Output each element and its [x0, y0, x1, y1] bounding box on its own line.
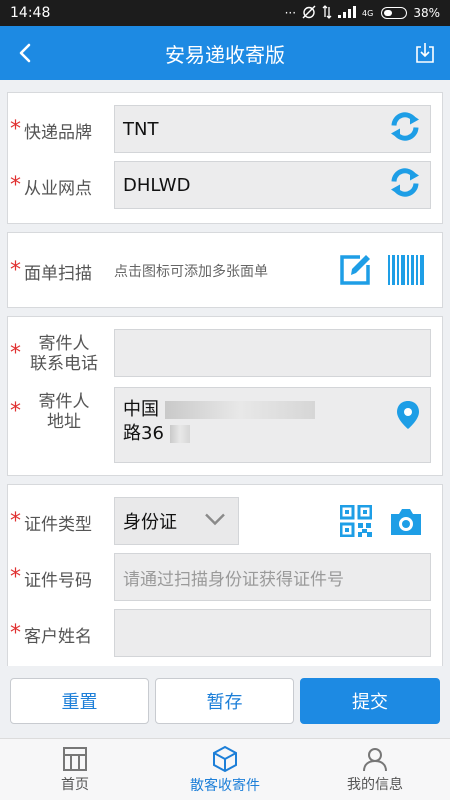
sender-card: * 寄件人 联系电话 * 寄件人 地址 中国 路36	[7, 316, 443, 476]
brand-row: * 快递品牌 TNT	[8, 105, 444, 155]
required-mark: *	[10, 341, 21, 366]
edit-waybill-button[interactable]	[338, 253, 372, 291]
id-number-field[interactable]: 请通过扫描身份证获得证件号	[114, 553, 431, 601]
data-arrows-icon	[322, 4, 332, 22]
required-mark: *	[10, 509, 21, 534]
id-type-select[interactable]: 身份证	[114, 497, 239, 545]
notification-dots: ···	[284, 6, 297, 20]
tab-home-label: 首页	[61, 776, 89, 793]
address-line-1: 中国	[123, 399, 159, 420]
status-bar: 14:48 ··· 4G 38%	[0, 0, 450, 26]
customer-name-field[interactable]	[114, 609, 431, 657]
outlet-label: 从业网点	[24, 178, 92, 199]
required-mark: *	[10, 565, 21, 590]
action-bar: 重置 暂存 提交	[0, 666, 450, 738]
id-number-placeholder: 请通过扫描身份证获得证件号	[123, 569, 344, 590]
redacted-text	[164, 401, 315, 419]
required-mark: *	[10, 258, 21, 283]
brand-label: 快递品牌	[24, 122, 92, 143]
id-card: * 证件类型 身份证 * 证件号码 请通过扫描身份证获得证件号 * 客户姓名	[7, 484, 443, 666]
refresh-brand-button[interactable]	[388, 110, 422, 149]
battery-percent: 38%	[413, 6, 440, 20]
id-type-value: 身份证	[123, 512, 177, 533]
download-button[interactable]	[400, 26, 450, 80]
sender-phone-field[interactable]	[114, 329, 431, 377]
sender-phone-label-2: 联系电话	[30, 354, 98, 374]
sender-phone-label-1: 寄件人	[38, 334, 90, 354]
waybill-card: * 面单扫描 点击图标可添加多张面单	[7, 232, 443, 308]
qr-code-icon	[339, 504, 373, 538]
package-icon	[213, 745, 237, 772]
refresh-outlet-button[interactable]	[388, 166, 422, 205]
save-draft-button[interactable]: 暂存	[155, 678, 294, 724]
sender-address-label-2: 地址	[47, 412, 81, 432]
waybill-label: 面单扫描	[24, 263, 92, 284]
express-card: * 快递品牌 TNT * 从业网点 DHLWD	[7, 92, 443, 224]
scan-qr-button[interactable]	[339, 504, 373, 541]
page-title: 安易递收寄版	[165, 42, 285, 67]
refresh-icon	[391, 112, 419, 141]
tab-my-info-label: 我的信息	[347, 776, 403, 793]
chevron-left-icon	[19, 43, 31, 63]
outlet-field[interactable]: DHLWD	[114, 161, 431, 209]
chevron-down-icon	[204, 511, 226, 532]
id-number-label: 证件号码	[24, 570, 92, 591]
camera-icon	[391, 509, 421, 535]
location-button[interactable]	[396, 400, 420, 435]
id-type-label: 证件类型	[24, 514, 92, 535]
sender-address-label-1: 寄件人	[38, 392, 90, 412]
brand-field[interactable]: TNT	[114, 105, 431, 153]
home-icon	[63, 746, 87, 771]
tab-home[interactable]: 首页	[0, 739, 150, 800]
location-pin-icon	[397, 401, 419, 429]
tab-my-info[interactable]: 我的信息	[300, 739, 450, 800]
brand-value: TNT	[123, 118, 159, 140]
bottom-tab-bar: 首页 散客收寄件 我的信息	[0, 738, 450, 800]
signal-icon	[338, 5, 357, 21]
required-mark: *	[10, 173, 21, 198]
waybill-hint: 点击图标可添加多张面单	[114, 264, 268, 280]
sender-address-field[interactable]: 中国 路36	[114, 387, 431, 463]
required-mark: *	[10, 117, 21, 142]
tab-walkin-shipping-label: 散客收寄件	[190, 777, 260, 794]
camera-button[interactable]	[388, 507, 424, 541]
outlet-row: * 从业网点 DHLWD	[8, 161, 444, 211]
required-mark: *	[10, 399, 21, 424]
download-icon	[416, 43, 434, 63]
barcode-icon	[388, 255, 424, 285]
scan-barcode-button[interactable]	[388, 255, 424, 289]
customer-name-label: 客户姓名	[24, 626, 92, 647]
user-icon	[363, 747, 387, 771]
alarm-off-icon	[302, 5, 316, 22]
status-time: 14:48	[10, 5, 51, 21]
address-line-2: 路36	[123, 423, 164, 444]
tab-walkin-shipping[interactable]: 散客收寄件	[150, 739, 300, 800]
status-icons: ··· 4G 38%	[284, 4, 440, 22]
redacted-text	[169, 425, 190, 443]
battery-icon	[381, 7, 408, 19]
outlet-value: DHLWD	[123, 174, 191, 196]
app-bar: 安易递收寄版	[0, 26, 450, 80]
reset-button[interactable]: 重置	[10, 678, 149, 724]
back-button[interactable]	[0, 26, 50, 80]
required-mark: *	[10, 621, 21, 646]
submit-button[interactable]: 提交	[300, 678, 440, 724]
refresh-icon	[391, 168, 419, 197]
network-type: 4G	[362, 8, 374, 18]
edit-icon	[340, 255, 370, 285]
